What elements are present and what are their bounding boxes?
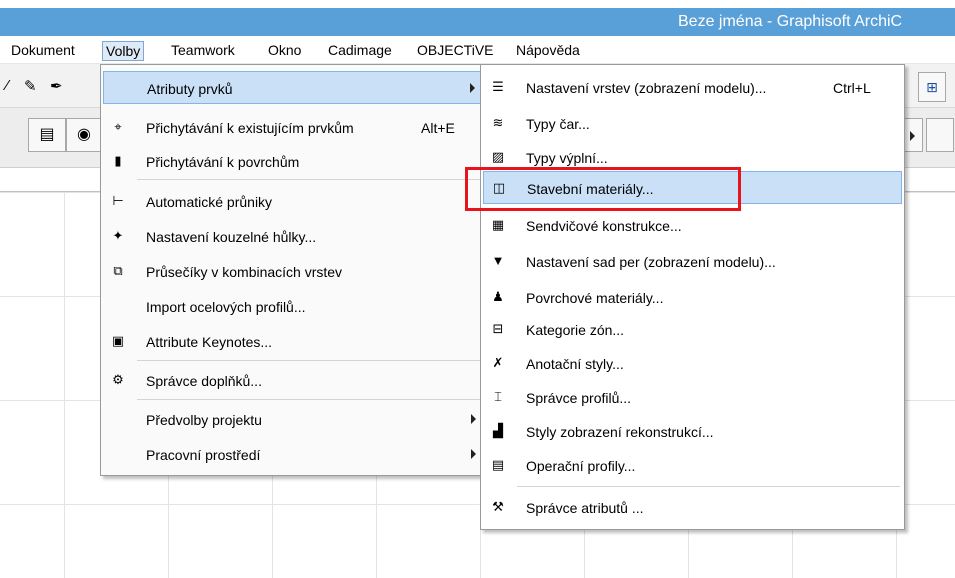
submenu-item-spravce-atributu[interactable]: ⚒ Správce atributů ... xyxy=(483,491,902,524)
view-tool-button[interactable]: ◉ xyxy=(66,118,102,152)
menu-dokument[interactable]: Dokument xyxy=(8,41,78,61)
menu-objective[interactable]: OBJECTiVE xyxy=(414,41,497,61)
menu-item-prichytavani-existujici[interactable]: ⌖ Přichytávání k existujícím prvkům Alt+… xyxy=(103,111,482,144)
renovation-styles-icon: ▟ xyxy=(493,423,503,438)
submenu-item-operacni-profily[interactable]: ▤ Operační profily... xyxy=(483,449,902,482)
menu-cadimage[interactable]: Cadimage xyxy=(325,41,395,61)
layer-intersection-icon: ⧉ xyxy=(113,263,123,278)
menu-teamwork[interactable]: Teamwork xyxy=(168,41,238,61)
submenu-item-typy-car[interactable]: ≋ Typy čar... xyxy=(483,107,902,140)
pen-sets-icon: ▼ xyxy=(491,253,505,268)
magic-wand-icon: ✦ xyxy=(112,228,124,243)
window-title: Beze jména - Graphisoft ArchiC xyxy=(678,13,903,30)
zone-categories-icon: ⊟ xyxy=(492,321,504,336)
submenu-item-kategorie-zon[interactable]: ⊟ Kategorie zón... xyxy=(483,313,902,346)
menu-separator xyxy=(137,399,480,400)
snap-icon: ⌖ xyxy=(114,119,122,134)
submenu-arrow-icon xyxy=(470,83,475,93)
submenu-item-sady-per[interactable]: ▼ Nastavení sad per (zobrazení modelu)..… xyxy=(483,245,902,278)
menu-item-prusecicky-vrstev[interactable]: ⧉ Průsečíky v kombinacích vrstev xyxy=(103,255,482,288)
line-types-icon: ≋ xyxy=(492,115,504,130)
scroll-right-button[interactable] xyxy=(903,118,923,152)
menu-item-attribute-keynotes[interactable]: ▣ Attribute Keynotes... xyxy=(103,325,482,358)
eyedropper-icon[interactable]: ✎ xyxy=(24,77,37,95)
attribute-manager-icon: ⚒ xyxy=(492,499,504,514)
submenu-item-nastaveni-vrstev[interactable]: ☰ Nastavení vrstev (zobrazení modelu)...… xyxy=(483,71,902,104)
menu-item-atributy-prvku[interactable]: Atributy prvků xyxy=(103,71,482,104)
fill-tool-button[interactable]: ▤ xyxy=(28,118,66,152)
surface-materials-icon: ♟ xyxy=(492,289,504,304)
toolbar-end-button[interactable] xyxy=(926,118,954,152)
menu-item-import-profilu[interactable]: Import ocelových profilů... xyxy=(103,290,482,323)
submenu-item-styly-rekonstrukci[interactable]: ▟ Styly zobrazení rekonstrukcí... xyxy=(483,415,902,448)
top-caption xyxy=(0,0,955,8)
menu-item-kouzelna-hulka[interactable]: ✦ Nastavení kouzelné hůlky... xyxy=(103,220,482,253)
volby-dropdown: Atributy prvků ⌖ Přichytávání k existují… xyxy=(100,64,485,476)
intersection-icon: ⊢ xyxy=(112,193,124,208)
addon-manager-icon: ⚙ xyxy=(112,372,124,387)
menu-item-prichytavani-povrchy[interactable]: ▮ Přichytávání k povrchům xyxy=(103,145,482,178)
pick-up-icon[interactable]: ⁄ xyxy=(6,77,9,94)
annotation-styles-icon: ✗ xyxy=(492,355,504,370)
menu-item-automaticke-pruniky[interactable]: ⊢ Automatické průniky xyxy=(103,185,482,218)
submenu-item-spravce-profilu[interactable]: ⌶ Správce profilů... xyxy=(483,381,902,414)
composites-icon: ▦ xyxy=(491,217,505,232)
submenu-arrow-icon xyxy=(471,449,476,459)
inject-icon[interactable]: ✒ xyxy=(50,77,63,95)
title-bar: Beze jména - Graphisoft ArchiC xyxy=(0,8,955,36)
menu-volby[interactable]: Volby xyxy=(102,41,145,61)
menu-item-predvolby-projektu[interactable]: Předvolby projektu xyxy=(103,403,482,436)
operation-profiles-icon: ▤ xyxy=(491,457,505,472)
menu-okno[interactable]: Okno xyxy=(265,41,304,61)
keynotes-icon: ▣ xyxy=(111,333,125,348)
submenu-item-povrchove-materialy[interactable]: ♟ Povrchové materiály... xyxy=(483,281,902,314)
menu-separator xyxy=(137,179,480,180)
menu-bar: Dokument Volby Teamwork Okno Cadimage OB… xyxy=(0,36,955,64)
submenu-item-sendvicove-konstrukce[interactable]: ▦ Sendvičové konstrukce... xyxy=(483,209,902,242)
profile-manager-icon: ⌶ xyxy=(494,389,502,404)
submenu-item-anotacni-styly[interactable]: ✗ Anotační styly... xyxy=(483,347,902,380)
menu-item-spravce-doplnku[interactable]: ⚙ Správce doplňků... xyxy=(103,364,482,397)
toolbar-right-button[interactable]: ⊞ xyxy=(918,72,946,102)
menu-item-pracovni-prostredi[interactable]: Pracovní prostředí xyxy=(103,438,482,471)
surface-snap-icon: ▮ xyxy=(114,153,122,168)
atributy-submenu: ☰ Nastavení vrstev (zobrazení modelu)...… xyxy=(480,64,905,530)
menu-separator xyxy=(137,360,480,361)
layers-icon: ☰ xyxy=(492,79,504,94)
submenu-arrow-icon xyxy=(471,414,476,424)
menu-napoveda[interactable]: Nápověda xyxy=(513,41,583,61)
annotation-highlight-box xyxy=(465,167,741,211)
menu-separator xyxy=(517,486,900,487)
fill-types-icon: ▨ xyxy=(491,149,505,164)
